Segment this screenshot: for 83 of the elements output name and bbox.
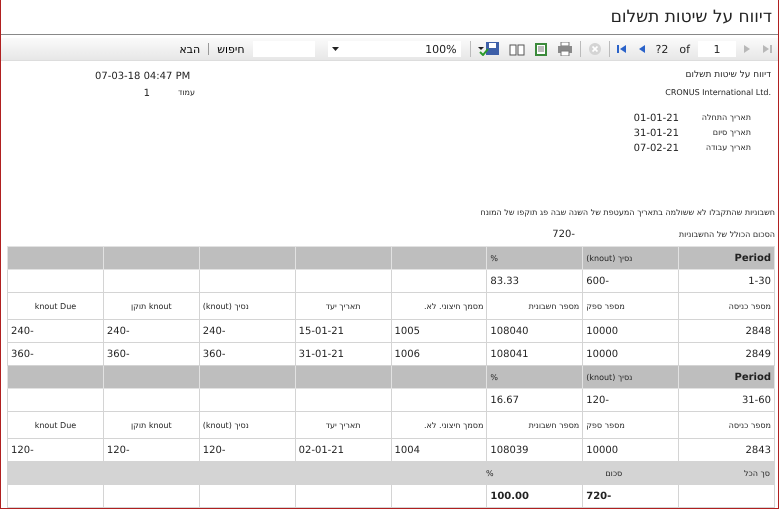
table-cell: -120 [11,444,34,456]
date-value: 07-02-21 [634,143,679,154]
column-header: knout תוקן [130,420,172,430]
column-header: מסמך חיצוני. לא. [424,302,484,310]
column-header: מספר חשבונית [528,302,580,310]
date-label: תאריך סיום [712,128,751,139]
page-number-field[interactable]: 1 [698,41,736,57]
total-header: סך הכל [744,468,770,478]
table-cell: 16.67 [490,394,520,406]
company-name: CRONUS International Ltd. [665,88,771,97]
search-field[interactable] [252,41,315,57]
percent-header: % [490,254,498,262]
column-header: knout Due [34,302,76,310]
date-label: תאריך התחלה [700,113,751,124]
page-count: 2? [654,42,670,56]
table-cell: -240 [11,326,34,336]
table-cell: 108039 [490,444,529,456]
column-header: נסיך (knout) [202,302,249,310]
table-cell: 108040 [490,326,529,336]
column-header: knout תוקן [130,302,172,310]
period-header: Period [734,252,771,264]
table-cell: -120 [202,444,226,456]
total-cell: 100.00 [490,490,529,502]
table-cell: 1006 [394,348,420,360]
export-button[interactable] [476,40,502,58]
table-cell: -600 [586,276,609,286]
report-description: חשבוניות שהתקבלו לא ששולמה בתאריך המעטפת של השנה שבה פג תוקפו של המונח [479,208,775,217]
table-cell: 15-01-21 [298,326,344,336]
amount-header: נסיך (knout) [586,254,632,262]
date-value: 31-01-21 [634,128,679,139]
table-cell: -240 [202,326,226,336]
table-cell: 1-30 [748,276,771,286]
column-header: מספר כניסה [728,420,771,430]
total-header: % [486,468,494,478]
total-cell: -720 [586,490,612,502]
column-header: תאריך יעד [326,420,361,430]
table-cell: -120 [586,394,609,406]
total-label: הסכום הכולל של החשבוניות [678,230,775,239]
find-next-link[interactable]: הבא [176,42,204,56]
column-header: נסיך (knout) [202,420,249,430]
table-cell: -120 [106,444,130,456]
table-cell: -360 [106,348,130,360]
table-cell: -240 [106,326,130,336]
table-cell: 31-60 [742,394,771,406]
caret-icon [332,47,339,51]
total-header: סכום [605,468,622,478]
print-timestamp: 07-03-18 04:47 PM [95,71,192,82]
column-header: מסמך חיצוני. לא. [424,420,484,430]
column-header: מספר חשבונית [528,420,580,430]
percent-header: % [490,372,498,382]
table-cell: -360 [11,348,34,360]
column-header: מספר כניסה [728,302,771,310]
table-cell: 83.33 [490,276,520,286]
find-link[interactable]: חיפוש [214,42,248,56]
first-page-icon [762,44,772,54]
page-number: 1 [144,88,150,99]
column-header: תאריך יעד [326,302,361,310]
table-cell: 10000 [586,348,618,360]
of-label: of [678,42,692,56]
table-cell: 2849 [746,348,771,360]
table-cell: -360 [202,348,226,360]
table-cell: 2843 [746,444,771,456]
column-header: מספר ספק [586,420,625,430]
table-cell: 1004 [394,444,420,456]
window-title: דיווח על שיטות תשלום [610,7,772,27]
column-header: מספר ספק [586,302,625,310]
table-cell: 1005 [394,326,420,336]
date-label: תאריך עבודה [704,143,751,154]
zoom-dropdown[interactable]: 100% [328,41,461,57]
table-cell: 10000 [586,444,618,456]
date-value: 01-01-21 [634,113,679,124]
page-label: עמוד [178,88,195,99]
last-page-icon [616,44,627,54]
table-cell: 02-01-21 [298,444,344,456]
report-title: דיווח על שיטות תשלום [686,70,771,80]
amount-header: נסיך (knout) [586,372,632,382]
table-cell: 2848 [746,326,771,336]
table-cell: 108041 [490,348,529,360]
period-header: Period [734,372,771,382]
table-cell: 10000 [586,326,618,336]
table-cell: 31-01-21 [298,348,344,360]
total-value: -720 [552,229,575,240]
column-header: knout Due [34,420,76,430]
